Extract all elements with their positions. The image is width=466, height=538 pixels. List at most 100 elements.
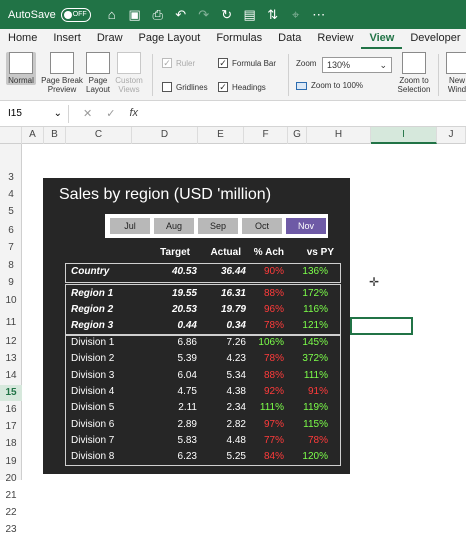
target-value: 40.53: [171, 266, 197, 277]
cancel-icon[interactable]: ✕: [83, 107, 92, 120]
table-row: Division 6 2.89 2.82 97% 115%: [43, 417, 350, 433]
row-header-4[interactable]: 4: [0, 187, 22, 203]
row-header-18[interactable]: 18: [0, 436, 22, 452]
target-value: 6.23: [177, 451, 197, 463]
ruler-checkbox[interactable]: ✓ Ruler: [162, 58, 195, 68]
target-value: 4.75: [177, 385, 197, 397]
sort-icon[interactable]: ⇅: [266, 7, 280, 23]
column-header-f[interactable]: F: [244, 127, 288, 144]
row-header-23[interactable]: 23: [0, 522, 22, 538]
print-icon[interactable]: ⎙: [151, 7, 165, 23]
tab-home[interactable]: Home: [0, 29, 45, 49]
achievement-value: 90%: [263, 266, 284, 277]
row-header-16[interactable]: 16: [0, 402, 22, 418]
tab-draw[interactable]: Draw: [89, 29, 131, 49]
row-name: Division 2: [71, 353, 115, 365]
tab-insert[interactable]: Insert: [45, 29, 89, 49]
zoom-select[interactable]: 130% ⌄: [322, 57, 392, 73]
name-box[interactable]: I15 ⌄: [4, 104, 69, 123]
page-break-icon: [50, 52, 74, 74]
headings-checkbox[interactable]: ✓ Headings: [218, 82, 266, 92]
achievement-value: 77%: [263, 434, 284, 446]
row-header-6[interactable]: 6: [0, 223, 22, 239]
autosave-control[interactable]: AutoSave OFF: [8, 7, 91, 22]
enter-icon[interactable]: ✓: [106, 107, 115, 120]
vs-py-value: 116%: [303, 304, 328, 315]
row-header-21[interactable]: 21: [0, 488, 22, 504]
row-header-14[interactable]: 14: [0, 368, 22, 384]
row-header-5[interactable]: 5: [0, 204, 22, 220]
refresh-icon[interactable]: ↻: [220, 7, 234, 23]
target-value: 5.39: [177, 353, 197, 365]
ruler-label: Ruler: [176, 58, 196, 68]
save-icon[interactable]: ▣: [128, 7, 142, 23]
tab-page-layout[interactable]: Page Layout: [131, 29, 209, 49]
page-layout-button[interactable]: Page Layout: [86, 52, 110, 94]
zoom-100-button[interactable]: Zoom to 100%: [296, 81, 363, 90]
select-all-corner[interactable]: [0, 127, 22, 144]
month-button-nov[interactable]: Nov: [286, 218, 326, 234]
row-header-10[interactable]: 10: [0, 293, 22, 309]
vs-py-value: 121%: [302, 320, 328, 331]
page-break-preview-button[interactable]: Page Break Preview: [40, 52, 84, 94]
undo-icon[interactable]: ↶: [174, 7, 188, 23]
month-button-sep[interactable]: Sep: [198, 218, 238, 234]
tab-developer[interactable]: Developer: [402, 29, 466, 49]
tab-formulas[interactable]: Formulas: [208, 29, 270, 49]
custom-views-button[interactable]: Custom Views: [114, 52, 144, 94]
vs-py-value: 372%: [302, 353, 328, 365]
filter-icon[interactable]: ⌖: [289, 7, 303, 23]
autosave-toggle[interactable]: OFF: [60, 7, 91, 22]
tab-review[interactable]: Review: [309, 29, 361, 49]
row-header-13[interactable]: 13: [0, 351, 22, 367]
row-header-22[interactable]: 22: [0, 505, 22, 521]
achievement-value: 92%: [263, 385, 284, 397]
column-header-a[interactable]: A: [22, 127, 44, 144]
column-header-c[interactable]: C: [66, 127, 132, 144]
row-header-8[interactable]: 8: [0, 258, 22, 274]
ribbon-separator: [152, 54, 153, 96]
tab-data[interactable]: Data: [270, 29, 309, 49]
selected-cell[interactable]: [350, 317, 413, 335]
header-achievement: % Ach: [253, 247, 284, 258]
formula-bar-checkbox[interactable]: ✓ Formula Bar: [218, 58, 276, 68]
month-button-jul[interactable]: Jul: [110, 218, 150, 234]
row-header-11[interactable]: 11: [0, 315, 22, 331]
column-header-g[interactable]: G: [288, 127, 307, 144]
achievement-value: 111%: [259, 402, 284, 414]
row-header-3[interactable]: 3: [0, 170, 22, 186]
row-header-12[interactable]: 12: [0, 334, 22, 350]
row-header-15[interactable]: 15: [0, 385, 22, 401]
zoom-selection-button[interactable]: Zoom to Selection: [396, 52, 432, 94]
new-window-button[interactable]: New Wind: [446, 52, 466, 94]
format-icon[interactable]: ▤: [243, 7, 257, 23]
row-header-9[interactable]: 9: [0, 275, 22, 291]
tab-view[interactable]: View: [361, 29, 403, 49]
column-header-h[interactable]: H: [307, 127, 371, 144]
row-header-19[interactable]: 19: [0, 454, 22, 470]
column-header-b[interactable]: B: [44, 127, 66, 144]
gridlines-checkbox[interactable]: Gridlines: [162, 82, 208, 92]
column-header-d[interactable]: D: [132, 127, 198, 144]
column-header-e[interactable]: E: [198, 127, 244, 144]
page-break-label: Page Break Preview: [41, 76, 83, 94]
column-header-j[interactable]: J: [437, 127, 466, 144]
gridlines-label: Gridlines: [176, 82, 208, 92]
header-target: Target: [160, 247, 190, 258]
more-icon[interactable]: ⋯: [312, 7, 326, 23]
row-name: Division 3: [71, 369, 115, 381]
row-name: Division 4: [71, 385, 115, 397]
ruler-check-box: ✓: [162, 58, 172, 68]
month-button-oct[interactable]: Oct: [242, 218, 282, 234]
fx-icon[interactable]: fx: [129, 107, 138, 120]
row-header-7[interactable]: 7: [0, 240, 22, 256]
column-header-i[interactable]: I: [371, 127, 437, 144]
vs-py-value: 120%: [302, 451, 328, 463]
normal-view-button[interactable]: Normal: [6, 52, 36, 85]
redo-icon[interactable]: ↷: [197, 7, 211, 23]
home-icon[interactable]: ⌂: [105, 7, 119, 23]
zoom-selection-label: Zoom to Selection: [397, 76, 431, 94]
row-header-17[interactable]: 17: [0, 419, 22, 435]
row-header-20[interactable]: 20: [0, 471, 22, 487]
month-button-aug[interactable]: Aug: [154, 218, 194, 234]
